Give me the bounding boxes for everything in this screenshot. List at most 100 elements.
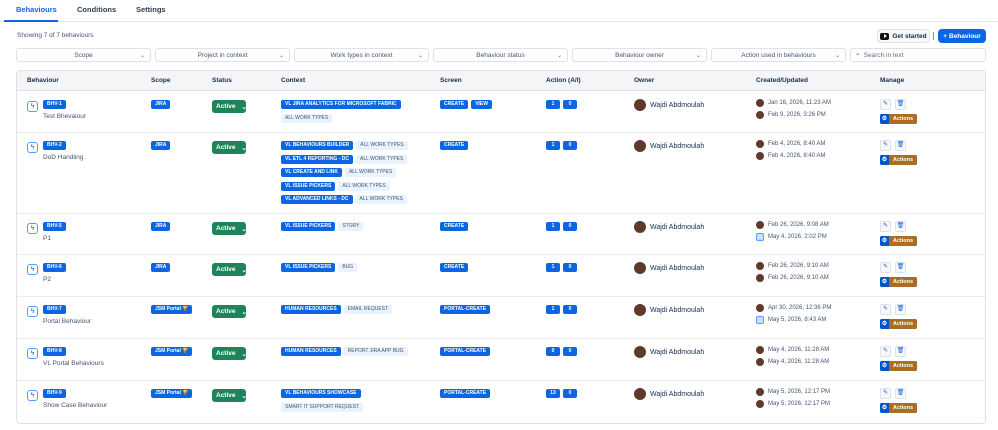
context-line: VL ADVANCED LINKS - DC ALL WORK TYPES bbox=[281, 195, 408, 204]
lightning-icon: ϟ bbox=[27, 223, 38, 234]
status-label: Active bbox=[216, 266, 236, 273]
behaviour-id-link[interactable]: BHV-9 bbox=[43, 389, 66, 398]
actions-button[interactable]: ⚙ Actions bbox=[880, 361, 917, 371]
delete-icon[interactable]: 🗑 bbox=[895, 140, 906, 151]
updated-text: May 5, 2026, 8:43 AM bbox=[768, 317, 827, 323]
updated-text: Feb 9, 2026, 3:26 PM bbox=[768, 112, 826, 118]
status-dropdown[interactable]: Active ⌄ bbox=[212, 305, 247, 318]
status-dropdown[interactable]: Active ⌄ bbox=[212, 141, 247, 154]
actions-button[interactable]: ⚙ Actions bbox=[880, 403, 917, 413]
tab-conditions[interactable]: Conditions bbox=[77, 5, 116, 14]
actions-button[interactable]: ⚙ Actions bbox=[880, 114, 917, 124]
edit-icon[interactable]: ✎ bbox=[880, 346, 891, 357]
behaviour-name: Test Bhevaiour bbox=[43, 113, 86, 120]
behaviour-id-link[interactable]: BHV-2 bbox=[43, 141, 66, 150]
avatar bbox=[756, 304, 764, 312]
context-list: VL BEHAVIOURS BUILDER ALL WORK TYPES VL ET… bbox=[281, 141, 408, 209]
add-behaviour-button[interactable]: + Behaviour bbox=[938, 29, 986, 43]
search-input[interactable]: ⌕ Search in text bbox=[850, 48, 986, 62]
delete-icon[interactable]: 🗑 bbox=[895, 262, 906, 273]
behaviour-id-link[interactable]: BHV-1 bbox=[43, 100, 66, 109]
filter-project-label: Project in context bbox=[197, 51, 248, 59]
filter-status[interactable]: Behaviour status ⌄ bbox=[433, 48, 568, 62]
filter-owner[interactable]: Behaviour owner ⌄ bbox=[572, 48, 707, 62]
delete-icon[interactable]: 🗑 bbox=[895, 99, 906, 110]
actions-button[interactable]: ⚙ Actions bbox=[880, 277, 917, 287]
dates: Apr 30, 2026, 12:36 PM May 5, 2026, 8:43 … bbox=[756, 302, 831, 326]
work-type-tag: ALL WORK TYPES bbox=[281, 113, 333, 123]
status-dropdown[interactable]: Active ⌄ bbox=[212, 347, 247, 360]
screen-tag: PORTAL-CREATE bbox=[440, 389, 491, 398]
tab-behaviours[interactable]: Behaviours bbox=[16, 5, 57, 14]
gear-icon: ⚙ bbox=[880, 236, 889, 246]
behaviour-id-link[interactable]: BHV-6 bbox=[43, 263, 66, 272]
table-row: ϟ BHV-1 Test Bhevaiour JIRA Active ⌄ VL JIRA A… bbox=[17, 92, 985, 133]
screen-tag: CREATE bbox=[440, 263, 469, 272]
delete-icon[interactable]: 🗑 bbox=[895, 346, 906, 357]
action-count: 1 bbox=[546, 305, 560, 314]
tab-settings[interactable]: Settings bbox=[136, 5, 166, 14]
screen-tag: CREATE bbox=[440, 100, 469, 109]
chevron-down-icon: ⌄ bbox=[834, 53, 840, 59]
edit-icon[interactable]: ✎ bbox=[880, 388, 891, 399]
actions-button[interactable]: ⚙ Actions bbox=[880, 319, 917, 329]
get-started-button[interactable]: Get started bbox=[877, 29, 930, 43]
updated-date: Feb 4, 2026, 8:40 AM bbox=[756, 150, 825, 162]
edit-icon[interactable]: ✎ bbox=[880, 221, 891, 232]
gear-icon: ⚙ bbox=[880, 114, 889, 124]
actions-button[interactable]: ⚙ Actions bbox=[880, 155, 917, 165]
status-dropdown[interactable]: Active ⌄ bbox=[212, 100, 247, 113]
filter-project[interactable]: Project in context ⌄ bbox=[155, 48, 290, 62]
context-line: ALL WORK TYPES bbox=[281, 113, 401, 123]
status-dropdown[interactable]: Active ⌄ bbox=[212, 222, 247, 235]
chevron-down-icon: ⌄ bbox=[241, 225, 247, 233]
screen-tag: VIEW bbox=[471, 100, 492, 109]
delete-icon[interactable]: 🗑 bbox=[895, 304, 906, 315]
edit-icon[interactable]: ✎ bbox=[880, 304, 891, 315]
screen-list: CREATE bbox=[440, 141, 469, 150]
filter-work-types[interactable]: Work types in context ⌄ bbox=[294, 48, 429, 62]
actions-button[interactable]: ⚙ Actions bbox=[880, 236, 917, 246]
app-icon bbox=[756, 233, 764, 241]
dates: Feb 26, 2026, 9:08 AM May 4, 2026, 2:02 P… bbox=[756, 219, 829, 243]
dates: May 4, 2026, 11:28 AM May 4, 2026, 11:28 … bbox=[756, 344, 829, 368]
edit-icon[interactable]: ✎ bbox=[880, 99, 891, 110]
actions-label: Actions bbox=[889, 114, 917, 124]
context-line: VL BEHAVIOURS SHOWCASE bbox=[281, 389, 363, 398]
chevron-down-icon: ⌄ bbox=[241, 350, 247, 358]
work-type-tag: ALL WORK TYPES bbox=[356, 154, 408, 164]
actions-label: Actions bbox=[889, 155, 917, 165]
edit-icon[interactable]: ✎ bbox=[880, 140, 891, 151]
behaviour-id-link[interactable]: BHV-7 bbox=[43, 305, 66, 314]
dates: Feb 26, 2026, 9:10 AM Feb 26, 2026, 9:10 … bbox=[756, 260, 829, 284]
avatar bbox=[756, 274, 764, 282]
gear-icon: ⚙ bbox=[880, 155, 889, 165]
behaviour-id-link[interactable]: BHV-5 bbox=[43, 222, 66, 231]
project-tag: VL ISSUE PICKERS bbox=[281, 181, 336, 191]
gear-icon: ⚙ bbox=[880, 403, 889, 413]
work-type-tag: BUG bbox=[338, 263, 358, 272]
edit-icon[interactable]: ✎ bbox=[880, 262, 891, 273]
chevron-down-icon: ⌄ bbox=[241, 144, 247, 152]
context-line: VL ETL 4 REPORTING - DC ALL WORK TYPES bbox=[281, 154, 408, 164]
action-count: 1 bbox=[546, 100, 560, 109]
lightning-icon: ϟ bbox=[27, 101, 38, 112]
delete-icon[interactable]: 🗑 bbox=[895, 221, 906, 232]
lightning-icon: ϟ bbox=[27, 306, 38, 317]
context-list: HUMAN RESOURCES EMAIL REQUEST bbox=[281, 305, 393, 319]
project-tag: VL JIRA ANALYTICS FOR MICROSOFT FABRIC bbox=[281, 100, 401, 109]
created-date: Apr 30, 2026, 12:36 PM bbox=[756, 302, 831, 314]
status-dropdown[interactable]: Active ⌄ bbox=[212, 263, 247, 276]
updated-date: Feb 26, 2026, 9:10 AM bbox=[756, 272, 829, 284]
context-line: HUMAN RESOURCES REPORT JIRA APP BUG bbox=[281, 347, 408, 356]
behaviour-id-link[interactable]: BHV-8 bbox=[43, 347, 66, 356]
behaviours-table: Behaviour Scope Status Context Screen Ac… bbox=[16, 70, 986, 424]
filter-action[interactable]: Action used in behaviours ⌄ bbox=[711, 48, 846, 62]
delete-icon[interactable]: 🗑 bbox=[895, 388, 906, 399]
filter-scope[interactable]: Scope ⌄ bbox=[16, 48, 151, 62]
created-date: May 4, 2026, 11:28 AM bbox=[756, 344, 829, 356]
screen-tag: CREATE bbox=[440, 222, 469, 231]
created-date: May 5, 2026, 12:17 PM bbox=[756, 386, 830, 398]
owner: Wajdi Abdmoulah bbox=[634, 346, 704, 358]
status-dropdown[interactable]: Active ⌄ bbox=[212, 389, 247, 402]
